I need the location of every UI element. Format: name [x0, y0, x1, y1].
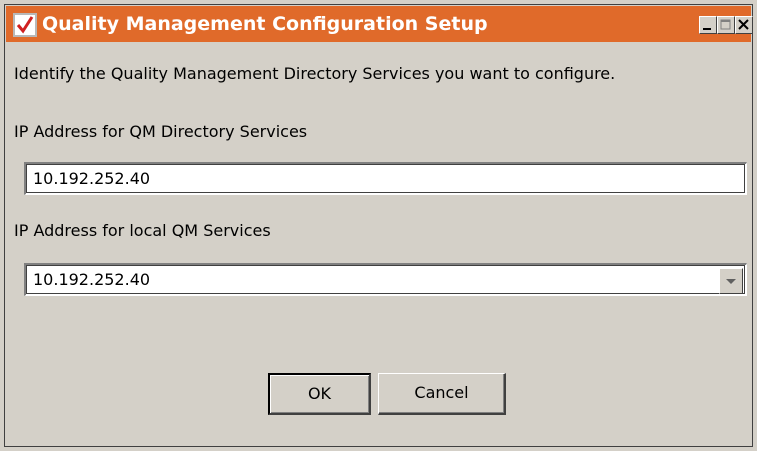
dropdown-button[interactable]	[719, 268, 743, 294]
minimize-icon	[703, 28, 711, 30]
config-setup-dialog: Quality Management Configuration Setup I…	[4, 4, 753, 447]
local-services-label: IP Address for local QM Services	[14, 221, 271, 240]
close-icon	[738, 19, 749, 30]
cancel-button[interactable]: Cancel	[378, 373, 506, 415]
directory-services-label: IP Address for QM Directory Services	[14, 122, 308, 141]
title-bar[interactable]: Quality Management Configuration Setup	[6, 6, 753, 42]
minimize-button[interactable]	[699, 16, 717, 34]
instruction-text: Identify the Quality Management Director…	[14, 64, 616, 83]
maximize-button[interactable]	[717, 16, 735, 34]
window-title: Quality Management Configuration Setup	[42, 13, 488, 35]
close-button[interactable]	[735, 16, 753, 34]
local-services-ip-select[interactable]: 10.192.252.40	[24, 263, 747, 296]
directory-services-ip-input[interactable]: 10.192.252.40	[24, 162, 747, 195]
chevron-down-icon	[726, 279, 736, 284]
maximize-icon	[720, 19, 731, 30]
local-services-ip-value: 10.192.252.40	[33, 270, 151, 289]
checkmark-app-icon	[13, 13, 37, 37]
ok-button[interactable]: OK	[268, 373, 371, 415]
